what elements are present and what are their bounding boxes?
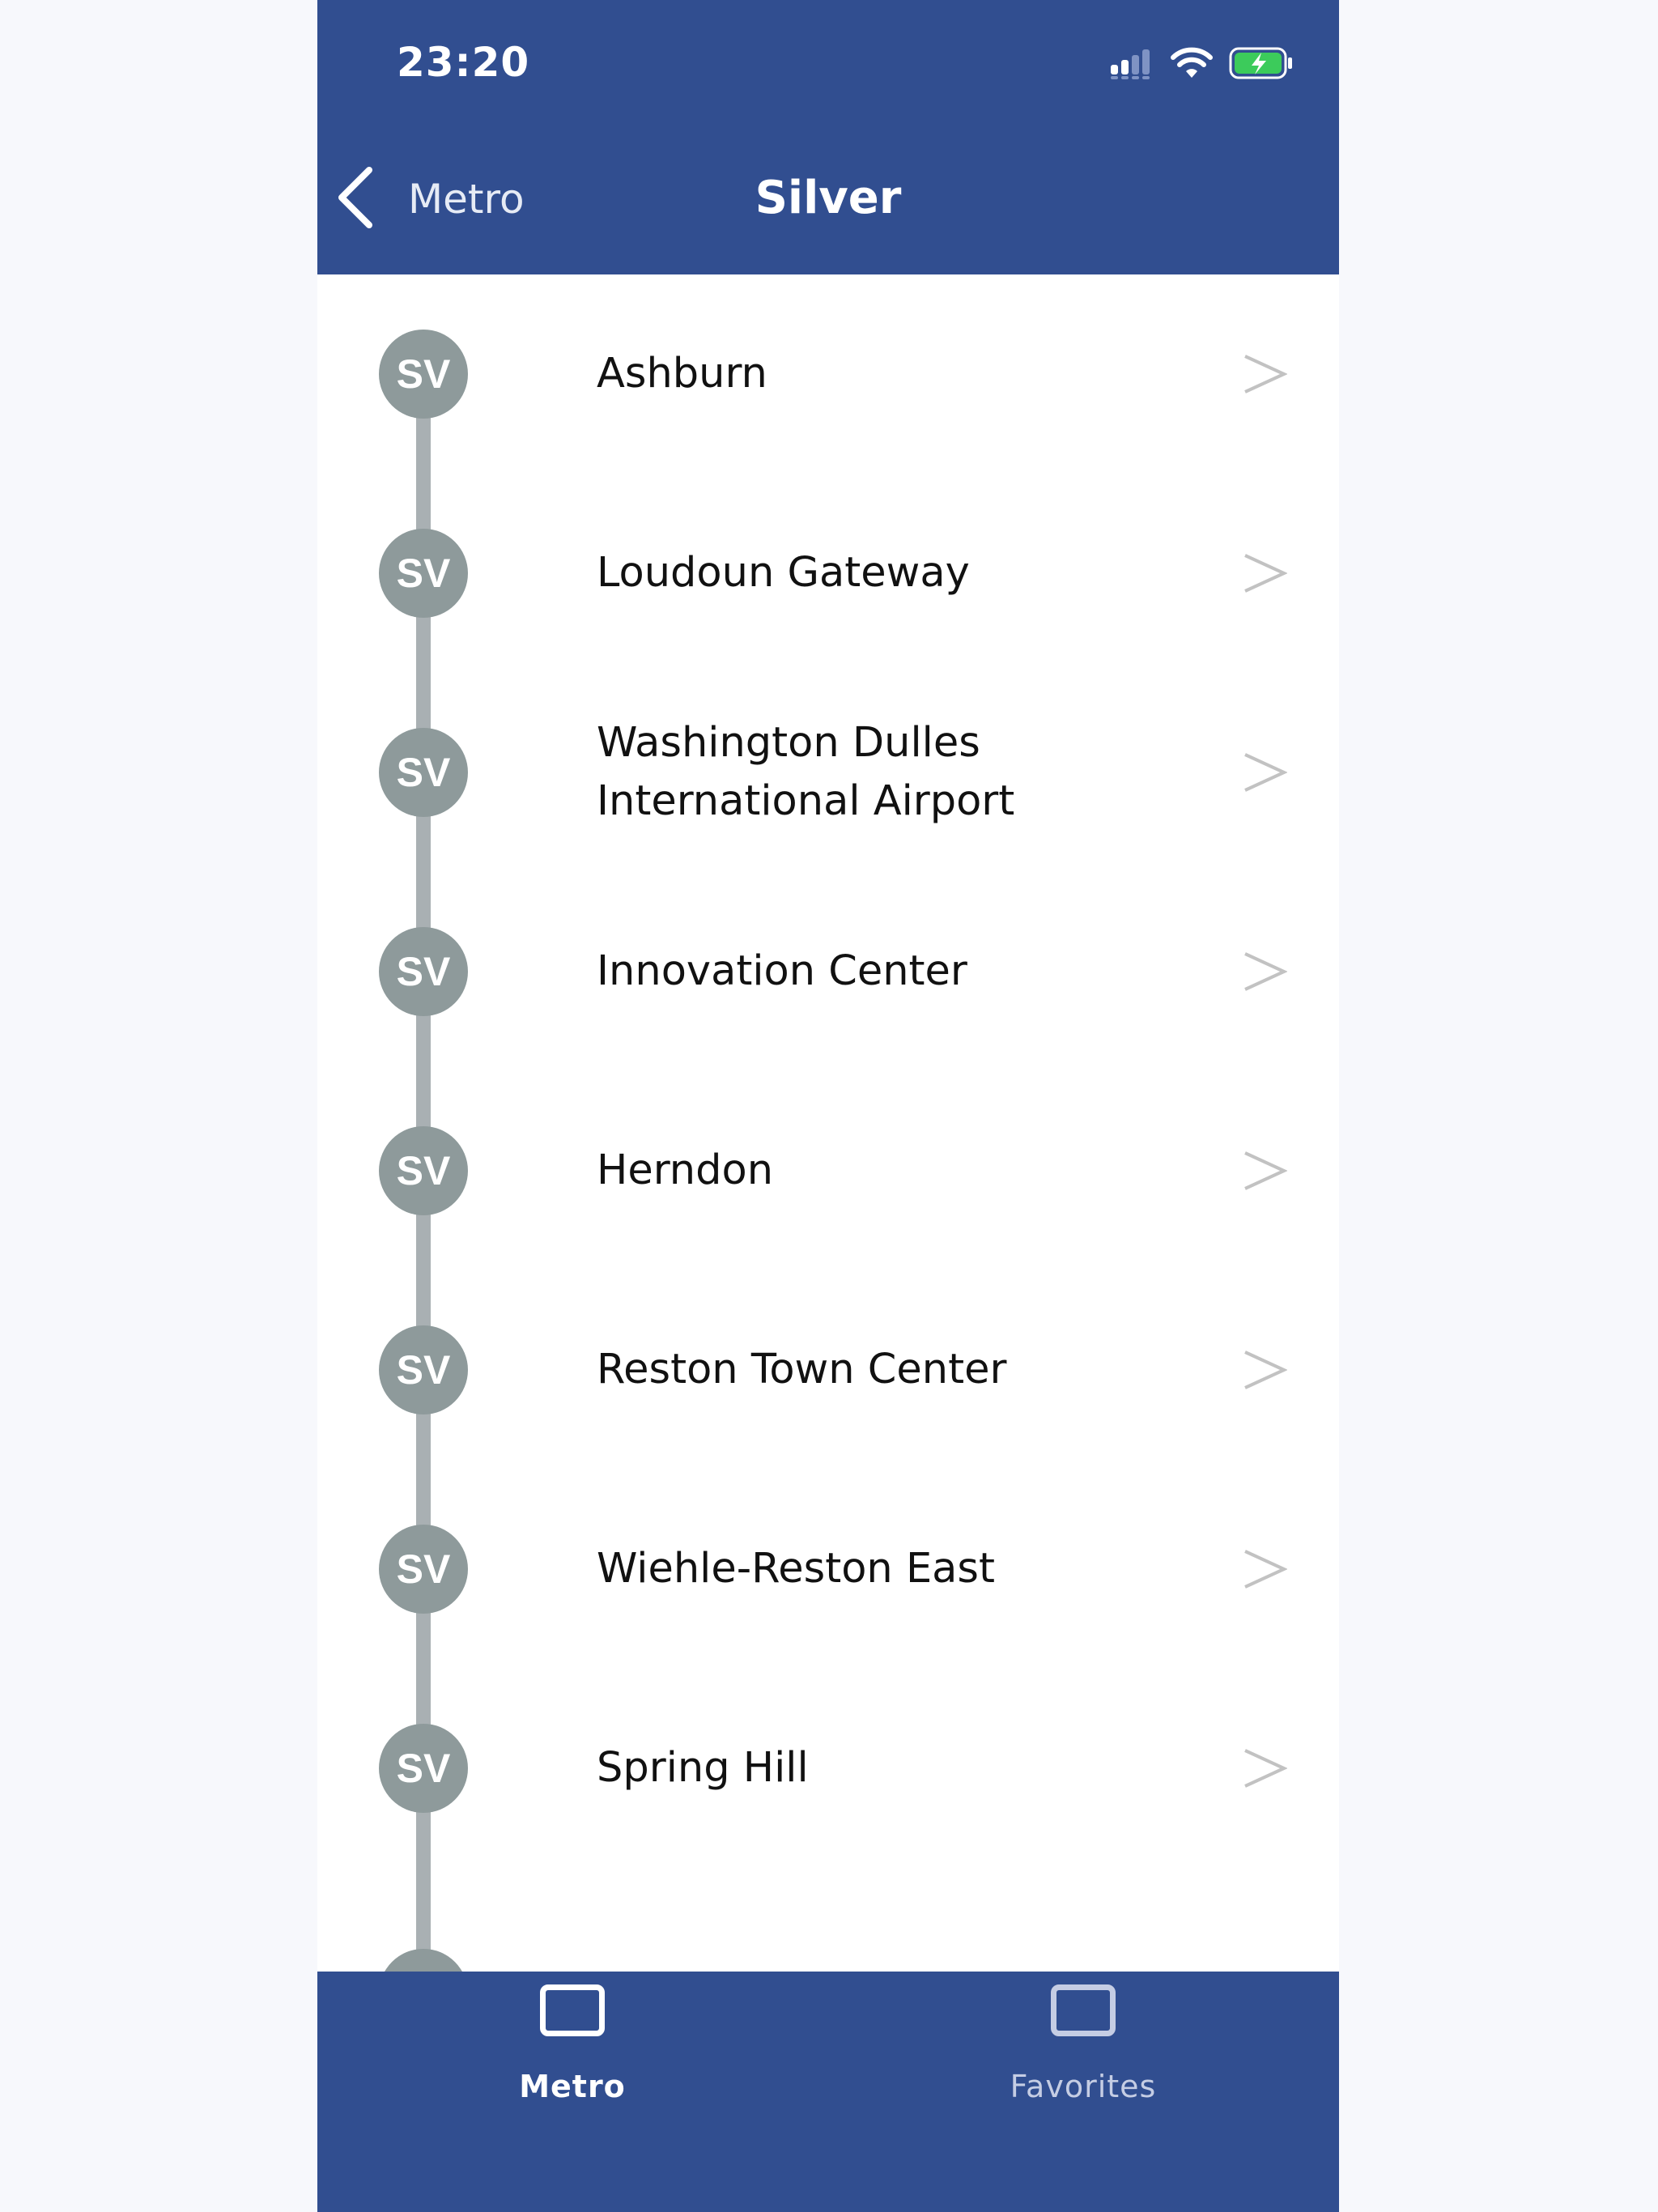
chevron-right-icon xyxy=(1240,1071,1289,1270)
line-badge: SV xyxy=(379,728,468,817)
line-badge: SV xyxy=(379,330,468,419)
list-item-station[interactable]: SV Innovation Center xyxy=(317,872,1339,1071)
battery-charging-icon xyxy=(1229,46,1294,83)
list-item-station[interactable]: SV Herndon xyxy=(317,1071,1339,1270)
chevron-right-icon xyxy=(1240,872,1289,1071)
station-name: Herndon xyxy=(597,1146,774,1194)
line-badge: SV xyxy=(379,1126,468,1215)
wifi-icon xyxy=(1171,47,1213,83)
list-item-station[interactable]: SV Reston Town Center xyxy=(317,1270,1339,1470)
chevron-right-icon xyxy=(1240,1470,1289,1669)
square-icon xyxy=(540,1984,605,2036)
station-name: Innovation Center xyxy=(597,947,967,995)
station-name: Reston Town Center xyxy=(597,1346,1007,1393)
chevron-right-icon xyxy=(1240,673,1289,872)
tab-label: Metro xyxy=(519,2069,626,2104)
chevron-right-icon xyxy=(1240,274,1289,474)
line-badge: SV xyxy=(379,1325,468,1414)
top-bar: 23:20 Metro Silver xyxy=(317,0,1339,274)
station-list[interactable]: SV Ashburn SV Loudoun Gateway SV Washing… xyxy=(317,274,1339,1972)
tab-label: Favorites xyxy=(1010,2069,1157,2104)
status-time: 23:20 xyxy=(397,39,530,86)
list-item-station[interactable]: SV Washington Dulles International Airpo… xyxy=(317,673,1339,872)
page-title: Silver xyxy=(755,172,902,224)
line-badge: SV xyxy=(379,1724,468,1813)
line-badge: SV xyxy=(379,529,468,618)
list-item-station[interactable]: SV Ashburn xyxy=(317,274,1339,474)
station-name: Loudoun Gateway xyxy=(597,549,970,597)
chevron-right-icon xyxy=(1240,474,1289,673)
line-badge: SV xyxy=(379,927,468,1016)
station-name: Wiehle-Reston East xyxy=(597,1545,995,1593)
list-item-station[interactable]: SV Wiehle-Reston East xyxy=(317,1470,1339,1669)
list-item-station[interactable]: SV Loudoun Gateway xyxy=(317,474,1339,673)
tab-favorites[interactable]: Favorites xyxy=(921,1972,1245,2133)
line-badge-partial xyxy=(379,1949,468,1972)
line-badge: SV xyxy=(379,1525,468,1614)
app-screen: 23:20 Metro Silver SV Ashburn SV Loudoun… xyxy=(317,0,1339,2212)
status-icons xyxy=(1109,45,1294,85)
square-icon xyxy=(1051,1984,1116,2036)
chevron-right-icon xyxy=(1240,1669,1289,1868)
station-name: Spring Hill xyxy=(597,1744,809,1792)
station-name: Washington Dulles International Airport xyxy=(597,719,1015,825)
tab-metro[interactable]: Metro xyxy=(410,1972,734,2133)
station-name: Ashburn xyxy=(597,350,767,398)
tab-bar: Metro Favorites xyxy=(317,1972,1339,2212)
chevron-right-icon xyxy=(1240,1270,1289,1470)
list-item-station[interactable]: SV Spring Hill xyxy=(317,1669,1339,1868)
signal-icon xyxy=(1109,47,1154,83)
